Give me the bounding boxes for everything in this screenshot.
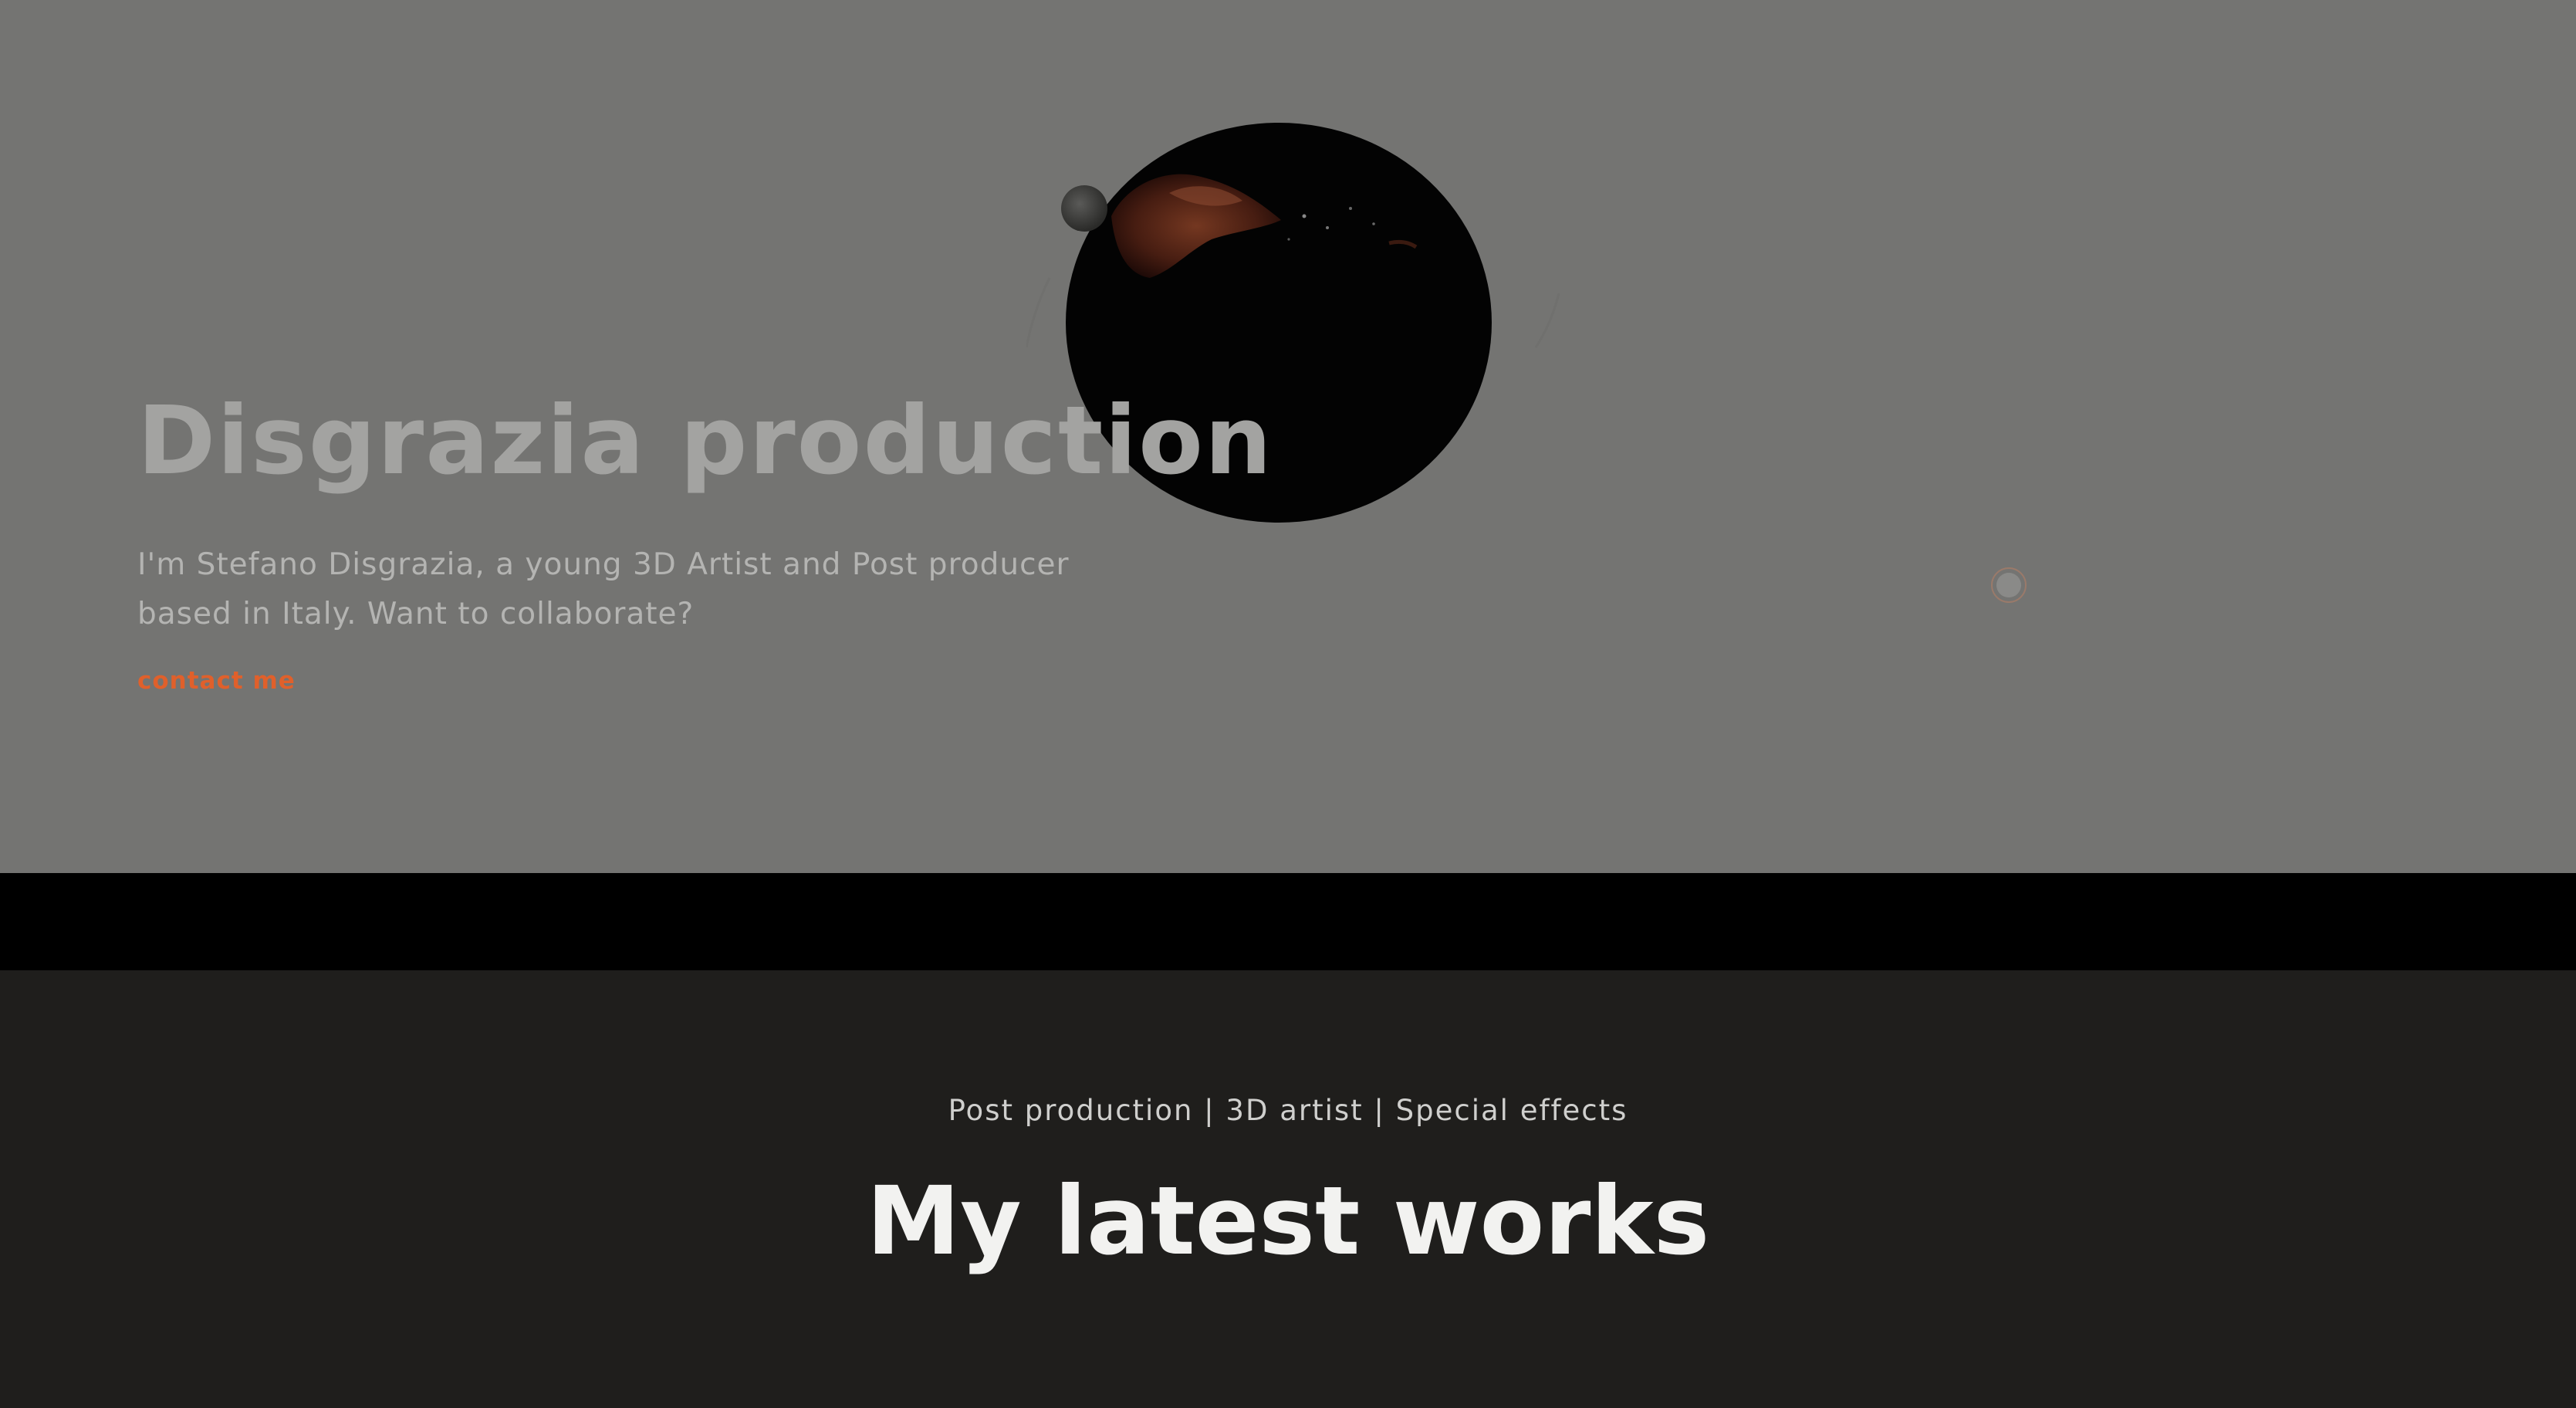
page: Disgrazia production I'm Stefano Disgraz… (0, 0, 2576, 1408)
hero-subtitle: I'm Stefano Disgrazia, a young 3D Artist… (137, 547, 1070, 631)
custom-cursor-icon (1991, 567, 2027, 603)
hero-title: Disgrazia production (137, 386, 1273, 496)
latest-works-section: Post production | 3D artist | Special ef… (0, 970, 2576, 1408)
section-divider-band (0, 873, 2576, 970)
hero-section: Disgrazia production I'm Stefano Disgraz… (0, 0, 2576, 873)
works-tagline: Post production | 3D artist | Special ef… (948, 1094, 1628, 1127)
works-title: My latest works (866, 1166, 1710, 1276)
cursor-dot (1996, 573, 2021, 597)
contact-me-link[interactable]: contact me (137, 667, 296, 695)
